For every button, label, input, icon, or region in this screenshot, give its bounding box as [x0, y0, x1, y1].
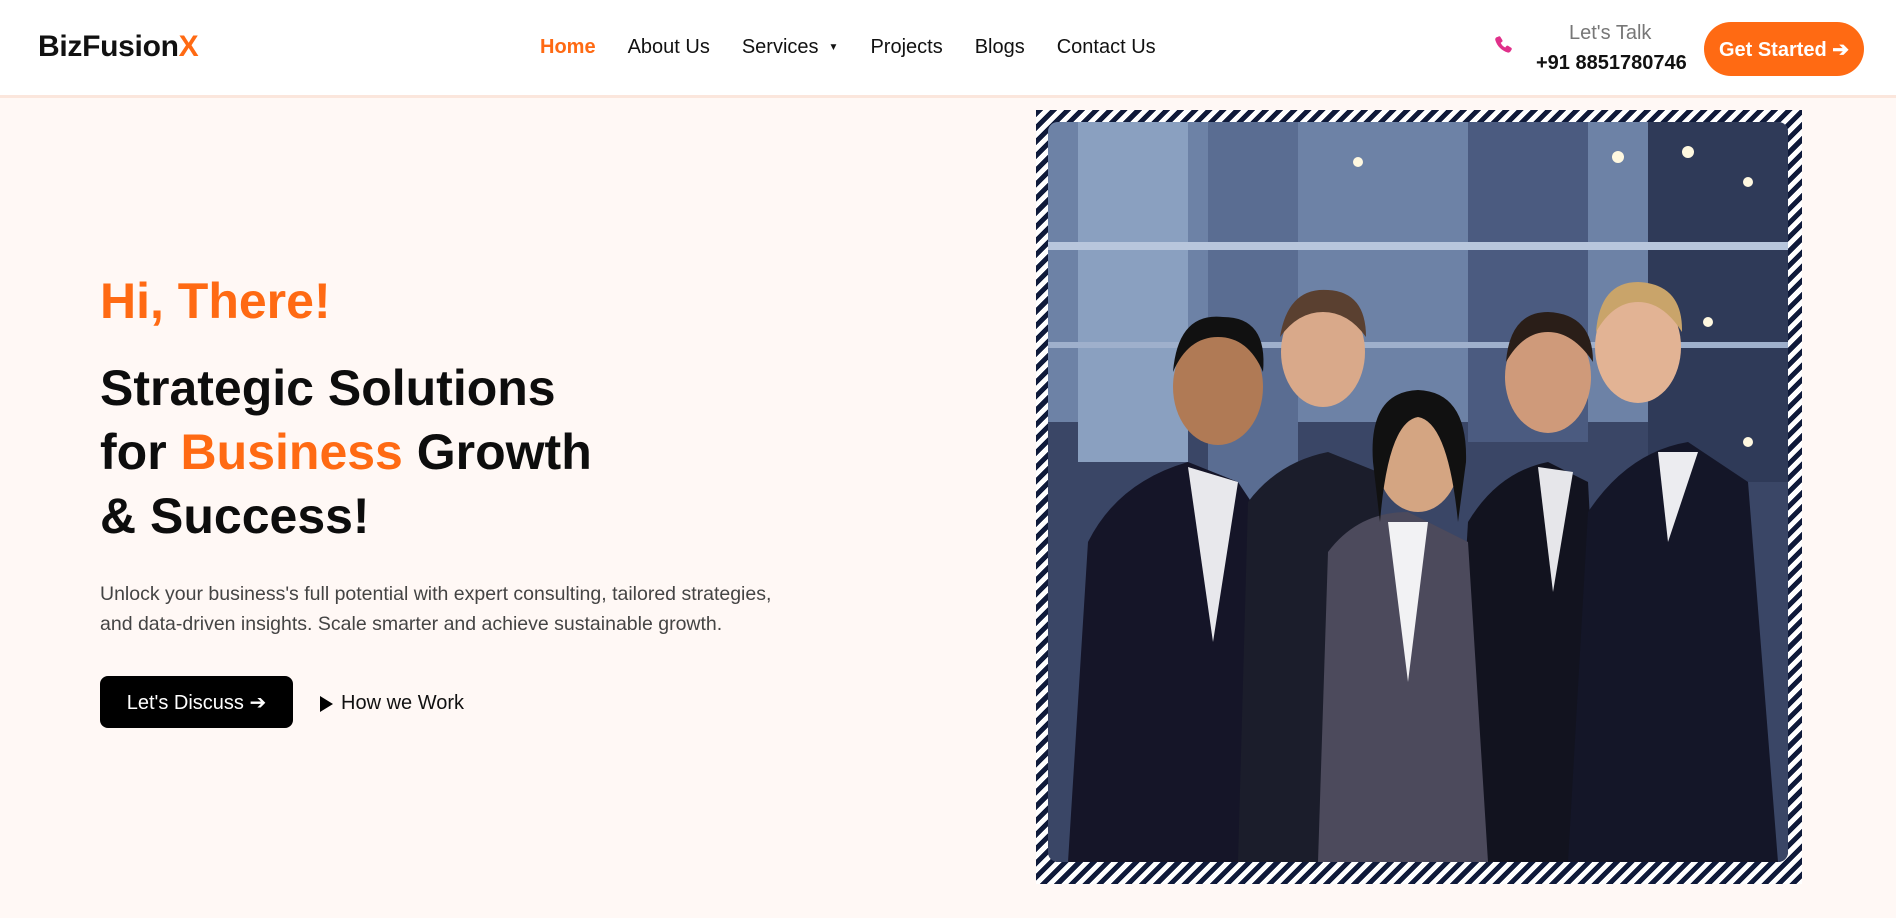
headline-highlight: Business	[180, 424, 403, 480]
logo[interactable]: BizFusionX	[38, 30, 199, 64]
caret-down-icon: ▼	[828, 42, 839, 53]
site-header: BizFusionX Home About Us Services ▼ Proj…	[0, 0, 1896, 98]
headline-line-3: & Success!	[100, 488, 370, 544]
hero-greeting: Hi, There!	[100, 273, 331, 329]
get-started-button[interactable]: Get Started ➔	[1704, 22, 1864, 76]
play-icon	[320, 695, 333, 712]
phone-number[interactable]: +91 8851780746	[1536, 52, 1687, 75]
nav-about-us[interactable]: About Us	[628, 36, 710, 59]
headline-line-2-pre: for	[100, 424, 181, 480]
description-line-2: and data-driven insights. Scale smarter …	[100, 613, 723, 635]
headline-line-1: Strategic Solutions	[100, 360, 556, 416]
how-we-work-link[interactable]: How we Work	[320, 692, 464, 715]
hero-description: Unlock your business's full potential wi…	[100, 579, 820, 639]
phone-icon	[1495, 36, 1512, 53]
hero-image-frame	[1036, 110, 1802, 884]
logo-accent-text: X	[178, 30, 199, 63]
headline-line-2-post: Growth	[402, 424, 592, 480]
team-photo-illustration	[1048, 122, 1788, 862]
nav-services[interactable]: Services ▼	[742, 36, 839, 59]
hero-headline: Strategic Solutions for Business Growth …	[100, 356, 592, 548]
nav-services-label: Services	[741, 36, 819, 58]
nav-home[interactable]: Home	[540, 36, 596, 59]
main-nav: Home About Us Services ▼ Projects Blogs …	[540, 36, 1188, 59]
nav-blogs[interactable]: Blogs	[975, 36, 1025, 59]
nav-projects[interactable]: Projects	[870, 36, 942, 59]
nav-contact-us[interactable]: Contact Us	[1057, 36, 1156, 59]
description-line-1: Unlock your business's full potential wi…	[100, 583, 772, 605]
logo-main-text: BizFusion	[38, 30, 179, 63]
lets-discuss-button[interactable]: Let's Discuss ➔	[100, 676, 293, 728]
how-we-work-label: How we Work	[341, 692, 464, 714]
team-photo	[1048, 122, 1788, 862]
